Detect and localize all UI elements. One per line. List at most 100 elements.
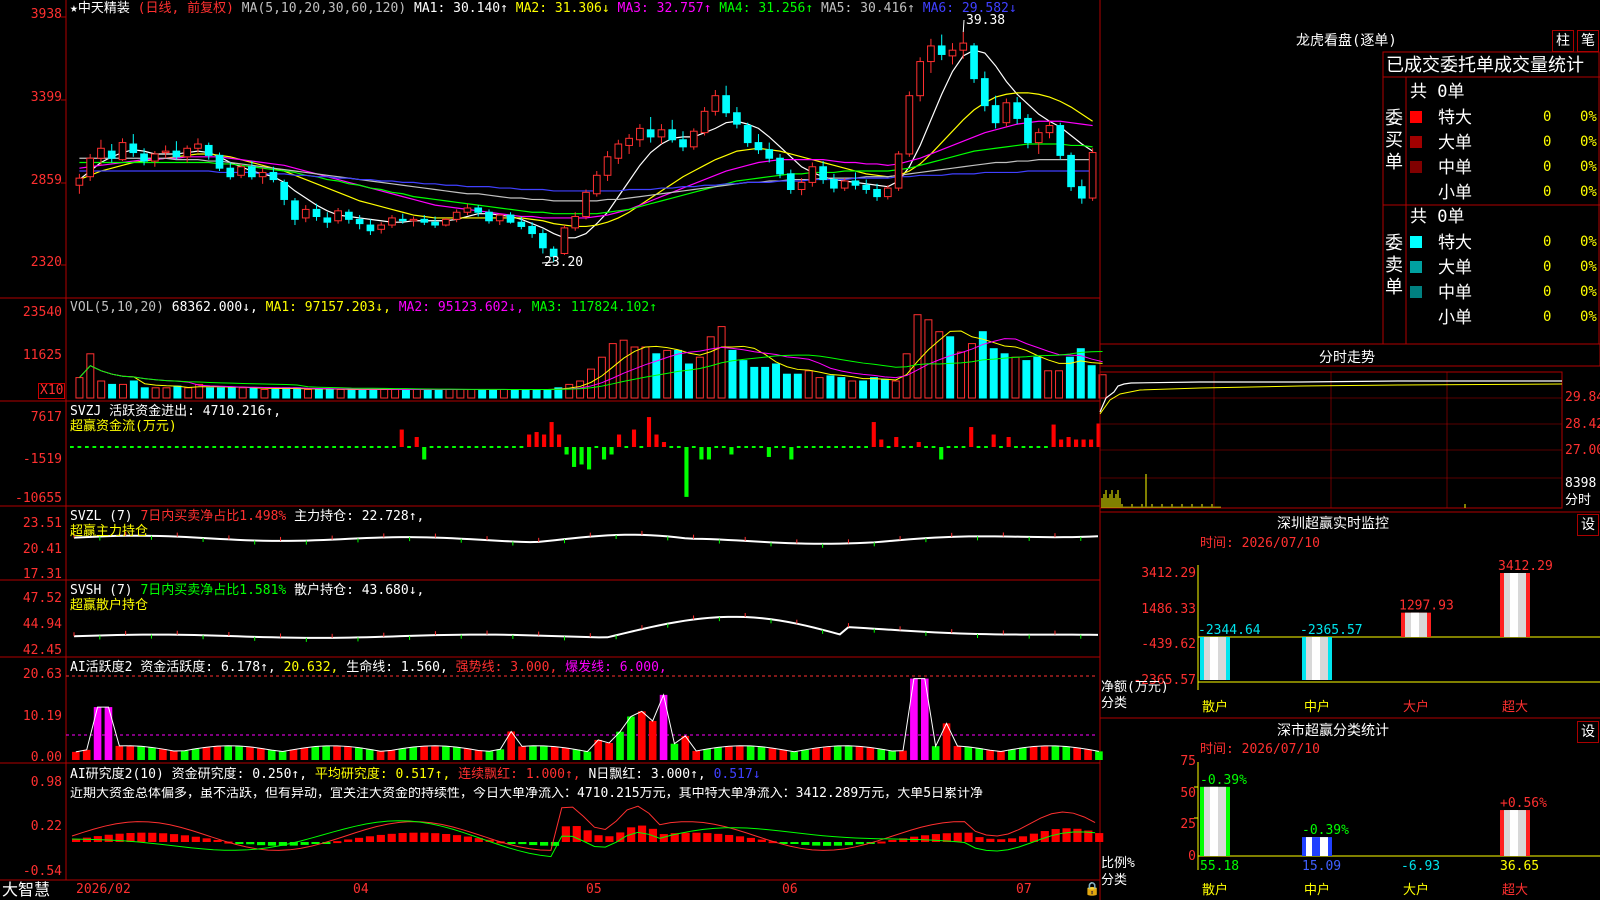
lock-icon[interactable]: 🔒	[1084, 883, 1100, 897]
svzl-title: SVZL (7)	[70, 509, 133, 524]
flow-bar	[976, 446, 981, 448]
activity-bar	[703, 749, 711, 760]
chart-canvas[interactable]: -2344.64 散户 -2365.57 中户 1297.93 大户 3412.29 超大 -…	[0, 0, 1600, 900]
buy-total: 共 0单	[1410, 82, 1465, 102]
monitor-bar-value: -2344.64	[1198, 623, 1261, 638]
research-bar	[159, 833, 168, 842]
candle-body	[1056, 125, 1065, 156]
classify-settings-button[interactable]: 设	[1577, 721, 1599, 743]
candle-body	[776, 157, 784, 175]
flow-bar	[482, 446, 486, 448]
research-bar	[561, 826, 570, 842]
research-bar	[844, 842, 853, 846]
vol-ma3: MA3: 117824.102↑	[531, 300, 658, 315]
ai1-strong: 强势线: 3.000,	[455, 660, 558, 675]
candle-body	[722, 95, 730, 114]
volume-bar	[238, 387, 247, 399]
flow-bar	[497, 446, 501, 448]
fenshi-title[interactable]: 分时走势	[1319, 350, 1375, 366]
candle-body	[377, 224, 386, 230]
vol-unit[interactable]: X10	[38, 383, 66, 399]
monitor-bar-highlight	[1411, 612, 1419, 637]
classify-ytick-1: 75	[1180, 754, 1196, 769]
research-bar	[594, 835, 603, 842]
candle-body	[689, 130, 698, 148]
lhb-bar-button[interactable]: 柱	[1552, 30, 1574, 52]
research-bar	[953, 832, 962, 842]
main-header: ★中天精装 (日线, 前复权) MA(5,10,20,30,60,120) MA…	[70, 2, 1017, 16]
fenshi-ytick-3: 27.00	[1565, 443, 1600, 458]
monitor-settings-button[interactable]: 设	[1577, 514, 1599, 536]
flow-bar	[916, 442, 921, 447]
candle-body	[237, 166, 245, 176]
ai1-burst: 爆发线: 6.000,	[565, 660, 667, 675]
activity-bar	[1029, 746, 1038, 760]
order-type-label: 中单	[1438, 283, 1472, 303]
activity-bar	[115, 745, 124, 760]
candle-body	[1088, 152, 1097, 199]
research-bar	[1095, 833, 1104, 842]
activity-bar	[452, 747, 461, 760]
candle-body	[388, 217, 396, 226]
candle-body	[183, 147, 192, 158]
activity-bar	[910, 678, 918, 760]
candle-body	[959, 42, 968, 51]
activity-bar	[398, 748, 407, 760]
volume-bar	[804, 370, 813, 399]
order-row-2: 中单 0 0%	[1410, 157, 1600, 178]
activity-bar	[975, 748, 984, 760]
flow-bar	[744, 446, 749, 448]
activity-bar	[920, 678, 929, 760]
flow-bar	[774, 446, 779, 448]
stock-title[interactable]: ★中天精装	[70, 1, 130, 16]
svzj-ytick-2: -1519	[22, 452, 62, 467]
flow-bar	[377, 446, 381, 448]
research-bar	[997, 839, 1006, 842]
flow-bar	[564, 447, 569, 455]
candle-body	[743, 125, 752, 144]
activity-bar	[300, 747, 309, 760]
volume-bar	[423, 389, 432, 399]
flow-bar	[77, 446, 82, 448]
flow-bar	[639, 446, 644, 448]
flow-bar	[1074, 439, 1079, 447]
activity-bar	[1051, 745, 1060, 760]
research-bar	[104, 834, 113, 842]
flow-bar	[849, 446, 853, 448]
flow-bar	[901, 446, 906, 448]
flow-bar	[909, 446, 913, 448]
volume-bar	[260, 389, 269, 399]
candle-body	[194, 143, 202, 149]
lhb-tick-button[interactable]: 笔	[1577, 30, 1599, 52]
candle-body	[1077, 186, 1086, 199]
brand-label[interactable]: 大智慧	[2, 881, 50, 899]
research-bar	[267, 842, 277, 846]
flow-bar	[676, 446, 681, 448]
candle-body	[172, 150, 181, 158]
high-price-label: 39.38	[966, 13, 1006, 28]
monitor-ytick-2: 1486.33	[1141, 602, 1196, 617]
classify-ylabel: 比例%	[1101, 856, 1135, 871]
candle-body	[786, 173, 795, 191]
volume-bar	[271, 389, 280, 399]
candle-body	[592, 174, 601, 195]
adjust-mode[interactable]: (日线, 前复权)	[138, 1, 234, 16]
order-pct: 0%	[1580, 259, 1597, 275]
activity-bar	[137, 746, 145, 760]
volume-bar	[97, 380, 106, 399]
activity-bar	[833, 745, 842, 760]
svsh-ytick-2: 44.94	[22, 617, 62, 632]
research-bar	[180, 835, 190, 842]
research-bar	[1018, 836, 1028, 842]
volume-bar	[489, 389, 498, 399]
monitor-category-label: 大户	[1403, 699, 1429, 715]
candle-body	[937, 45, 946, 55]
svsh-hold: 散户持仓: 43.680↓,	[294, 583, 425, 598]
activity-bar	[344, 746, 352, 760]
volume-bar	[619, 339, 628, 399]
activity-bar	[899, 750, 907, 760]
monitor-time: 时间: 2026/07/10	[1200, 536, 1320, 551]
flow-bar	[309, 446, 314, 448]
flow-bar	[706, 447, 712, 460]
flow-bar	[459, 446, 464, 448]
